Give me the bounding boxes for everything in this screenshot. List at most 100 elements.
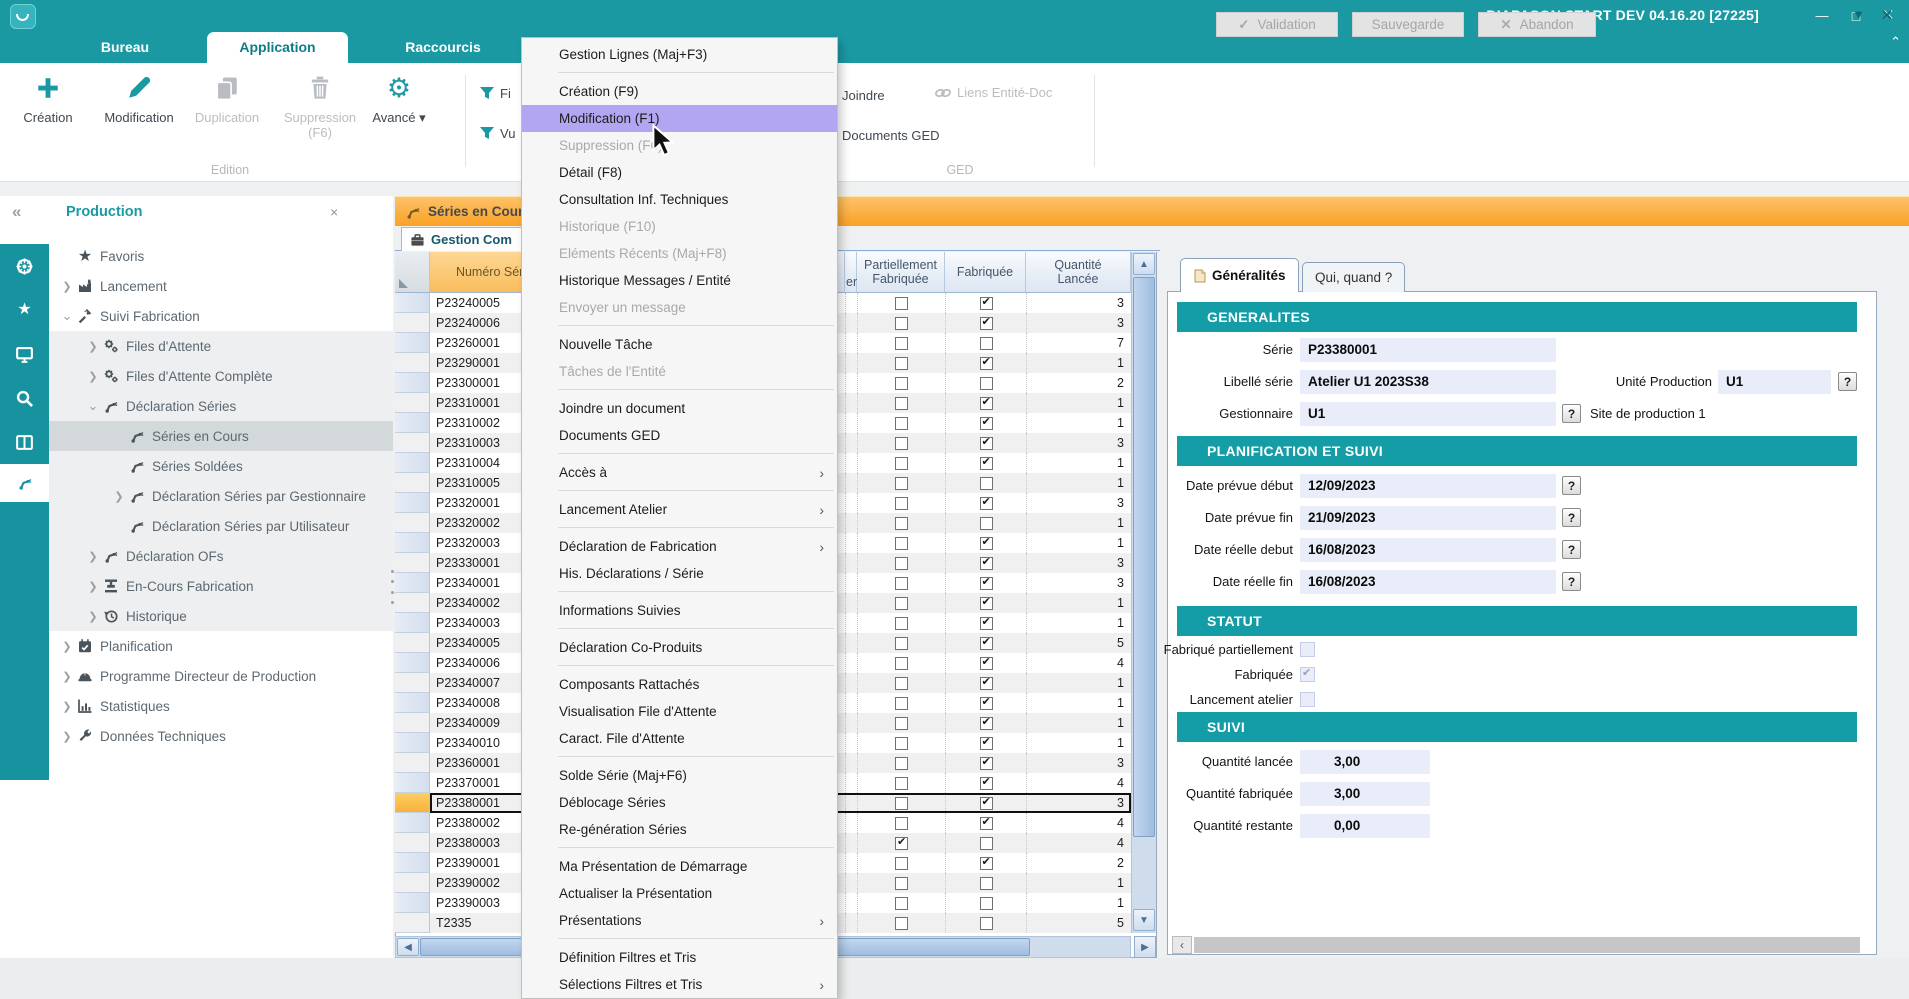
cell-fabriquee[interactable] bbox=[945, 613, 1026, 633]
cell-fabriquee[interactable] bbox=[945, 573, 1026, 593]
row-selector[interactable] bbox=[395, 633, 430, 653]
checkbox-partiellement[interactable] bbox=[895, 817, 908, 830]
sidebar-item-d-claration-s-ries-par-utilisateur[interactable]: Déclaration Séries par Utilisateur bbox=[49, 511, 393, 541]
row-selector[interactable] bbox=[395, 873, 430, 893]
cell-partiellement-fabriquee[interactable] bbox=[857, 413, 945, 433]
checkbox-fabriquee[interactable] bbox=[980, 897, 993, 910]
date-help-button[interactable]: ? bbox=[1562, 572, 1581, 591]
documents-ged-button[interactable]: Documents GED bbox=[842, 128, 940, 143]
checkbox-partiellement[interactable] bbox=[895, 897, 908, 910]
sidebar-item-d-claration-s-ries[interactable]: ⌄Déclaration Séries bbox=[49, 391, 393, 421]
row-selector[interactable] bbox=[395, 793, 430, 813]
row-selector[interactable] bbox=[395, 433, 430, 453]
checkbox-fabriquee[interactable] bbox=[980, 877, 993, 890]
cell-quantite-lancee[interactable]: 1 bbox=[1026, 413, 1131, 433]
chevron-right-icon[interactable]: ❯ bbox=[59, 700, 75, 713]
checkbox-partiellement[interactable] bbox=[895, 577, 908, 590]
menu-item-re-g-n-ration-s-ries[interactable]: Re-génération Séries bbox=[522, 816, 837, 843]
sauvegarde-button[interactable]: Sauvegarde bbox=[1352, 12, 1464, 37]
cell-quantite-lancee[interactable]: 3 bbox=[1026, 293, 1131, 313]
cell-partiellement-fabriquee[interactable] bbox=[857, 333, 945, 353]
sidebar-item-suivi-fabrication[interactable]: ⌄Suivi Fabrication bbox=[49, 301, 393, 331]
checkbox-fabriquee-checked[interactable] bbox=[980, 757, 993, 770]
menu-item-historique-messages-entit[interactable]: Historique Messages / Entité bbox=[522, 267, 837, 294]
cell-quantite-lancee[interactable]: 1 bbox=[1026, 353, 1131, 373]
sidebar-item-statistiques[interactable]: ❯Statistiques bbox=[49, 691, 393, 721]
checkbox-partiellement[interactable] bbox=[895, 917, 908, 930]
chevron-right-icon[interactable]: ❯ bbox=[85, 340, 101, 353]
chevron-right-icon[interactable]: ❯ bbox=[111, 490, 127, 503]
menu-item-lancement-atelier[interactable]: Lancement Atelier› bbox=[522, 496, 837, 523]
checkbox-partiellement[interactable] bbox=[895, 537, 908, 550]
chevron-right-icon[interactable]: ❯ bbox=[85, 610, 101, 623]
date-field[interactable]: 16/08/2023 bbox=[1300, 570, 1556, 594]
scroll-left-icon[interactable]: ◀ bbox=[397, 938, 419, 956]
cell-fabriquee[interactable] bbox=[945, 313, 1026, 333]
chevron-right-icon[interactable]: ❯ bbox=[59, 670, 75, 683]
cell-quantite-lancee[interactable]: 3 bbox=[1026, 553, 1131, 573]
checkbox-partiellement[interactable] bbox=[895, 857, 908, 870]
suivi-field[interactable]: 0,00 bbox=[1300, 814, 1430, 838]
details-horizontal-scrollbar[interactable]: ‹ bbox=[1172, 936, 1860, 954]
chevron-right-icon[interactable]: ❯ bbox=[85, 550, 101, 563]
sidebar-collapse-icon[interactable]: « bbox=[12, 202, 21, 222]
menu-item-d-blocage-s-ries[interactable]: Déblocage Séries bbox=[522, 789, 837, 816]
checkbox-partiellement[interactable] bbox=[895, 637, 908, 650]
sidebar-item-historique[interactable]: ❯Historique bbox=[49, 601, 393, 631]
abandon-button[interactable]: ✕ Abandon bbox=[1478, 12, 1596, 37]
row-selector[interactable] bbox=[395, 513, 430, 533]
ribbon-collapse-icon[interactable]: ⌃ bbox=[1890, 34, 1901, 50]
cell-fabriquee[interactable] bbox=[945, 533, 1026, 553]
checkbox-fabriquee-checked[interactable] bbox=[980, 357, 993, 370]
checkbox-fabriquee[interactable] bbox=[980, 837, 993, 850]
menu-item-d-tail-f8[interactable]: Détail (F8) bbox=[522, 159, 837, 186]
cell-partiellement-fabriquee[interactable] bbox=[857, 753, 945, 773]
row-selector[interactable] bbox=[395, 533, 430, 553]
chevron-down-icon[interactable]: ⌄ bbox=[85, 398, 101, 414]
cell-quantite-lancee[interactable]: 2 bbox=[1026, 373, 1131, 393]
checkbox-fabriquee-checked[interactable] bbox=[980, 317, 993, 330]
row-selector[interactable] bbox=[395, 833, 430, 853]
checkbox-fabriquee-checked[interactable] bbox=[980, 637, 993, 650]
checkbox-fabriquee-checked[interactable] bbox=[980, 657, 993, 670]
checkbox-partiellement-checked[interactable] bbox=[895, 837, 908, 850]
cell-partiellement-fabriquee[interactable] bbox=[857, 793, 945, 813]
chevron-right-icon[interactable]: ❯ bbox=[59, 280, 75, 293]
menu-item-modification-f1[interactable]: Modification (F1) bbox=[522, 105, 837, 132]
checkbox-partiellement[interactable] bbox=[895, 377, 908, 390]
cell-partiellement-fabriquee[interactable] bbox=[857, 433, 945, 453]
cell-fabriquee[interactable] bbox=[945, 353, 1026, 373]
row-selector[interactable] bbox=[395, 553, 430, 573]
cell-fabriquee[interactable] bbox=[945, 673, 1026, 693]
cell-partiellement-fabriquee[interactable] bbox=[857, 533, 945, 553]
menu-item-documents-ged[interactable]: Documents GED bbox=[522, 422, 837, 449]
row-selector[interactable] bbox=[395, 373, 430, 393]
details-scroll-track[interactable] bbox=[1194, 937, 1860, 953]
cell-quantite-lancee[interactable]: 5 bbox=[1026, 913, 1131, 933]
cell-fabriquee[interactable] bbox=[945, 913, 1026, 933]
tab-generalites[interactable]: Généralités bbox=[1180, 258, 1299, 292]
checkbox-partiellement[interactable] bbox=[895, 877, 908, 890]
cell-quantite-lancee[interactable]: 3 bbox=[1026, 493, 1131, 513]
checkbox-fabriquee-checked[interactable] bbox=[980, 537, 993, 550]
checkbox-partiellement[interactable] bbox=[895, 597, 908, 610]
gestionnaire-help-button[interactable]: ? bbox=[1562, 404, 1581, 423]
strip-item-star[interactable]: ★ bbox=[0, 288, 49, 332]
checkbox-fabriquee-checked[interactable] bbox=[980, 777, 993, 790]
cell-partiellement-fabriquee[interactable] bbox=[857, 773, 945, 793]
row-selector[interactable] bbox=[395, 353, 430, 373]
cell-fabriquee[interactable] bbox=[945, 453, 1026, 473]
chevron-right-icon[interactable]: ❯ bbox=[59, 640, 75, 653]
cell-fabriquee[interactable] bbox=[945, 893, 1026, 913]
date-help-button[interactable]: ? bbox=[1562, 508, 1581, 527]
checkbox-fabriquee-checked[interactable] bbox=[980, 417, 993, 430]
cell-partiellement-fabriquee[interactable] bbox=[857, 473, 945, 493]
cell-fabriquee[interactable] bbox=[945, 433, 1026, 453]
column-header-fabriquee[interactable]: Fabriquée bbox=[945, 252, 1026, 293]
checkbox-fabriquee[interactable] bbox=[980, 917, 993, 930]
statut-checkbox-checked[interactable] bbox=[1300, 667, 1315, 682]
sidebar-item-s-ries-sold-es[interactable]: Séries Soldées bbox=[49, 451, 393, 481]
cell-quantite-lancee[interactable]: 4 bbox=[1026, 813, 1131, 833]
cell-fabriquee[interactable] bbox=[945, 293, 1026, 313]
cell-quantite-lancee[interactable]: 1 bbox=[1026, 893, 1131, 913]
